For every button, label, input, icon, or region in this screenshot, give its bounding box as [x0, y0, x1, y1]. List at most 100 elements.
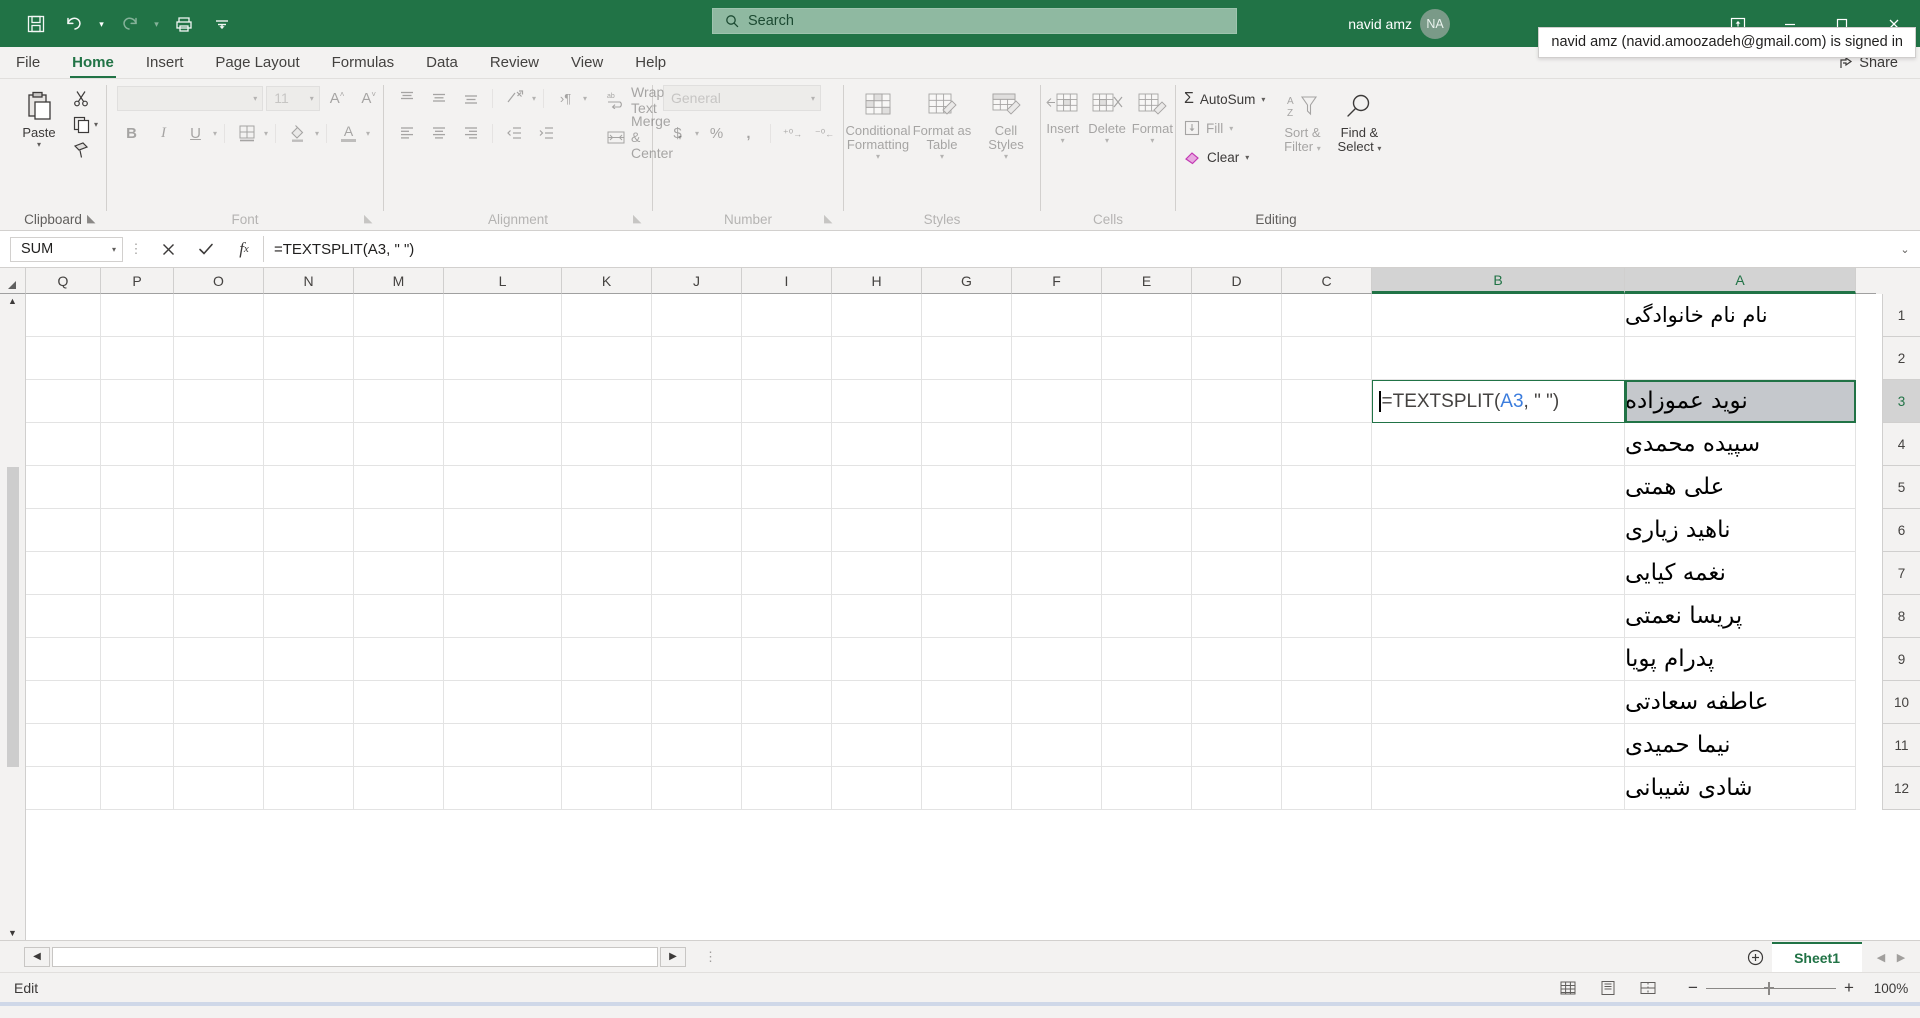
cell-E9[interactable] [1102, 638, 1192, 681]
cell-M5[interactable] [354, 466, 444, 509]
sheet-tab-sheet1[interactable]: Sheet1 [1772, 942, 1862, 973]
cell-I12[interactable] [742, 767, 832, 810]
vertical-scrollbar[interactable]: ▲ ▼ [0, 294, 26, 940]
tab-view[interactable]: View [555, 47, 619, 78]
delete-cells-button[interactable]: Delete ▾ [1084, 87, 1129, 145]
column-header-M[interactable]: M [354, 268, 444, 294]
cell-O5[interactable] [174, 466, 264, 509]
cell-H1[interactable] [832, 294, 922, 337]
cell-F4[interactable] [1012, 423, 1102, 466]
column-header-D[interactable]: D [1192, 268, 1282, 294]
tab-formulas[interactable]: Formulas [316, 47, 411, 78]
cell-J7[interactable] [652, 552, 742, 595]
chevron-right-icon[interactable]: ▶ [1892, 951, 1910, 964]
cell-J8[interactable] [652, 595, 742, 638]
cell-L11[interactable] [444, 724, 562, 767]
format-as-table-button[interactable]: Format as Table ▾ [911, 87, 973, 161]
cell-H2[interactable] [832, 337, 922, 380]
row-header-6[interactable]: 6 [1882, 509, 1920, 552]
cell-F2[interactable] [1012, 337, 1102, 380]
cell-K12[interactable] [562, 767, 652, 810]
cell-K2[interactable] [562, 337, 652, 380]
cell-M6[interactable] [354, 509, 444, 552]
select-all-corner[interactable] [0, 268, 26, 294]
cell-B7[interactable] [1372, 552, 1625, 595]
column-header-Q[interactable]: Q [26, 268, 101, 294]
column-header-O[interactable]: O [174, 268, 264, 294]
cell-Q6[interactable] [26, 509, 101, 552]
cell-B11[interactable] [1372, 724, 1625, 767]
column-header-K[interactable]: K [562, 268, 652, 294]
cell-D4[interactable] [1192, 423, 1282, 466]
delete-cells-dropdown-icon[interactable]: ▾ [1105, 136, 1109, 145]
increase-font-size-button[interactable]: A˄ [323, 85, 352, 111]
row-header-10[interactable]: 10 [1882, 681, 1920, 724]
format-painter-button[interactable] [72, 141, 98, 160]
cell-O6[interactable] [174, 509, 264, 552]
cell-J11[interactable] [652, 724, 742, 767]
scroll-up-icon[interactable]: ▲ [8, 296, 17, 306]
font-name-dropdown-icon[interactable]: ▾ [253, 94, 257, 103]
cell-G4[interactable] [922, 423, 1012, 466]
cell-N1[interactable] [264, 294, 354, 337]
scroll-right-icon[interactable]: ▶ [660, 947, 686, 967]
cell-N6[interactable] [264, 509, 354, 552]
cell-D10[interactable] [1192, 681, 1282, 724]
cell-C4[interactable] [1282, 423, 1372, 466]
column-header-F[interactable]: F [1012, 268, 1102, 294]
column-header-P[interactable]: P [101, 268, 174, 294]
cell-I3[interactable] [742, 380, 832, 423]
zoom-slider-thumb[interactable] [1768, 982, 1770, 995]
cell-M10[interactable] [354, 681, 444, 724]
align-middle-button[interactable] [424, 85, 453, 111]
cell-I9[interactable] [742, 638, 832, 681]
cell-K9[interactable] [562, 638, 652, 681]
cell-O8[interactable] [174, 595, 264, 638]
cell-J10[interactable] [652, 681, 742, 724]
cell-G7[interactable] [922, 552, 1012, 595]
cell-P10[interactable] [101, 681, 174, 724]
formula-bar-handle[interactable]: ⋮ [123, 241, 149, 257]
tab-home[interactable]: Home [56, 47, 130, 78]
align-bottom-button[interactable] [456, 85, 485, 111]
cell-O10[interactable] [174, 681, 264, 724]
cell-C11[interactable] [1282, 724, 1372, 767]
cell-Q8[interactable] [26, 595, 101, 638]
insert-cells-button[interactable]: Insert ▾ [1041, 87, 1084, 145]
cell-N10[interactable] [264, 681, 354, 724]
tab-data[interactable]: Data [410, 47, 474, 78]
cell-C10[interactable] [1282, 681, 1372, 724]
text-direction-button[interactable]: ›¶ [551, 85, 580, 111]
cell-O2[interactable] [174, 337, 264, 380]
column-header-L[interactable]: L [444, 268, 562, 294]
cell-G10[interactable] [922, 681, 1012, 724]
cell-H11[interactable] [832, 724, 922, 767]
row-header-3[interactable]: 3 [1882, 380, 1920, 423]
fx-icon[interactable]: fx [225, 235, 263, 263]
zoom-level[interactable]: 100% [1862, 981, 1920, 996]
cell-Q10[interactable] [26, 681, 101, 724]
cell-N2[interactable] [264, 337, 354, 380]
cell-C2[interactable] [1282, 337, 1372, 380]
cell-O12[interactable] [174, 767, 264, 810]
insert-cells-dropdown-icon[interactable]: ▾ [1061, 136, 1065, 145]
cell-B6[interactable] [1372, 509, 1625, 552]
cell-J1[interactable] [652, 294, 742, 337]
number-dialog-launcher-icon[interactable]: ◣ [824, 213, 837, 226]
orientation-button[interactable] [500, 85, 529, 111]
row-header-4[interactable]: 4 [1882, 423, 1920, 466]
cell-P8[interactable] [101, 595, 174, 638]
cell-F8[interactable] [1012, 595, 1102, 638]
enter-icon[interactable] [187, 235, 225, 263]
cell-N9[interactable] [264, 638, 354, 681]
cell-F12[interactable] [1012, 767, 1102, 810]
cell-B4[interactable] [1372, 423, 1625, 466]
cell-F6[interactable] [1012, 509, 1102, 552]
fill-dropdown-icon[interactable]: ▾ [1229, 124, 1233, 133]
cell-D2[interactable] [1192, 337, 1282, 380]
cell-O4[interactable] [174, 423, 264, 466]
vertical-scroll-thumb[interactable] [7, 467, 19, 767]
align-top-button[interactable] [392, 85, 421, 111]
horizontal-scrollbar[interactable]: ◀ ▶ ⋮ [0, 947, 717, 967]
cell-Q4[interactable] [26, 423, 101, 466]
